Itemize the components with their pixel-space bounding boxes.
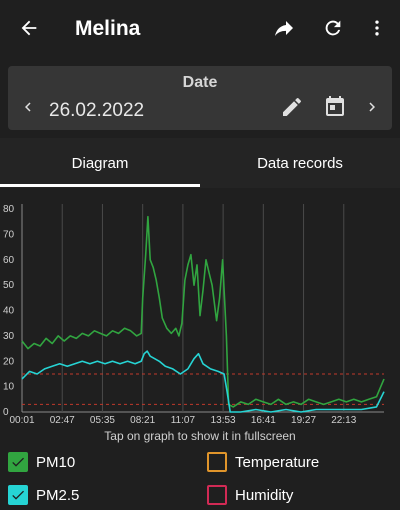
x-tick-label: 22:13 (331, 415, 356, 426)
chevron-left-icon (19, 98, 37, 121)
checkbox-humidity[interactable] (207, 485, 227, 505)
legend-item-pm25[interactable]: PM2.5 (8, 483, 79, 507)
legend-label-pm10: PM10 (36, 453, 76, 471)
y-tick-label: 10 (3, 382, 15, 393)
share-arrow-icon (272, 16, 296, 45)
legend-item-temperature[interactable]: Temperature (207, 450, 319, 474)
checkbox-pm10[interactable] (8, 452, 28, 472)
refresh-button[interactable] (315, 12, 351, 48)
y-tick-label: 30 (3, 331, 15, 342)
calendar-button[interactable] (321, 94, 349, 122)
checkbox-temperature[interactable] (207, 452, 227, 472)
date-picker-card: Date 26.02.2022 (8, 66, 392, 130)
legend-label-pm25: PM2.5 (36, 486, 80, 504)
edit-date-button[interactable] (278, 95, 306, 123)
previous-date-button[interactable] (14, 95, 42, 123)
chevron-right-icon (363, 98, 381, 121)
back-button[interactable] (11, 12, 47, 48)
x-tick-label: 13:53 (211, 415, 236, 426)
x-tick-label: 11:07 (171, 415, 196, 426)
x-tick-label: 00:01 (9, 415, 34, 426)
page-title: Melina (75, 17, 141, 40)
chart-area[interactable]: 00:01 02:47 05:35 08:21 11:07 13:53 16:41 19:27… (0, 196, 400, 444)
more-vertical-icon (367, 18, 387, 43)
series-line-pm10 (21, 215, 385, 408)
active-tab-indicator (0, 184, 200, 187)
overflow-menu-button[interactable] (359, 12, 395, 48)
y-tick-label: 60 (3, 255, 15, 266)
y-tick-label: 20 (3, 356, 15, 367)
share-button[interactable] (266, 12, 302, 48)
y-tick-label: 50 (3, 280, 15, 291)
tab-diagram[interactable]: Diagram (0, 138, 200, 188)
tab-data-records[interactable]: Data records (200, 138, 400, 188)
legend-label-humidity: Humidity (235, 486, 294, 504)
pencil-icon (280, 95, 304, 124)
y-tick-label: 80 (3, 204, 15, 215)
checkbox-pm25[interactable] (8, 485, 28, 505)
legend-item-humidity[interactable]: Humidity (207, 483, 293, 507)
x-tick-label: 08:21 (130, 415, 155, 426)
next-date-button[interactable] (358, 95, 386, 123)
app-bar: Melina (0, 0, 400, 60)
y-tick-label: 40 (3, 306, 15, 317)
calendar-icon (323, 94, 347, 123)
chart-hint: Tap on graph to show it in fullscreen (104, 429, 296, 443)
y-tick-label: 70 (3, 229, 15, 240)
x-tick-label: 02:47 (50, 415, 75, 426)
x-tick-label: 05:35 (90, 415, 115, 426)
legend-item-pm10[interactable]: PM10 (8, 450, 75, 474)
x-tick-label: 19:27 (291, 415, 316, 426)
y-tick-label: 0 (3, 407, 9, 418)
arrow-left-icon (18, 17, 40, 44)
refresh-icon (322, 17, 344, 44)
date-value[interactable]: 26.02.2022 (49, 100, 144, 122)
legend-label-temperature: Temperature (235, 453, 320, 471)
date-caption: Date (182, 74, 218, 91)
tab-bar: Diagram Data records (0, 138, 400, 188)
x-tick-label: 16:41 (251, 415, 276, 426)
line-chart[interactable]: 00:01 02:47 05:35 08:21 11:07 13:53 16:41 19:27… (0, 196, 400, 430)
